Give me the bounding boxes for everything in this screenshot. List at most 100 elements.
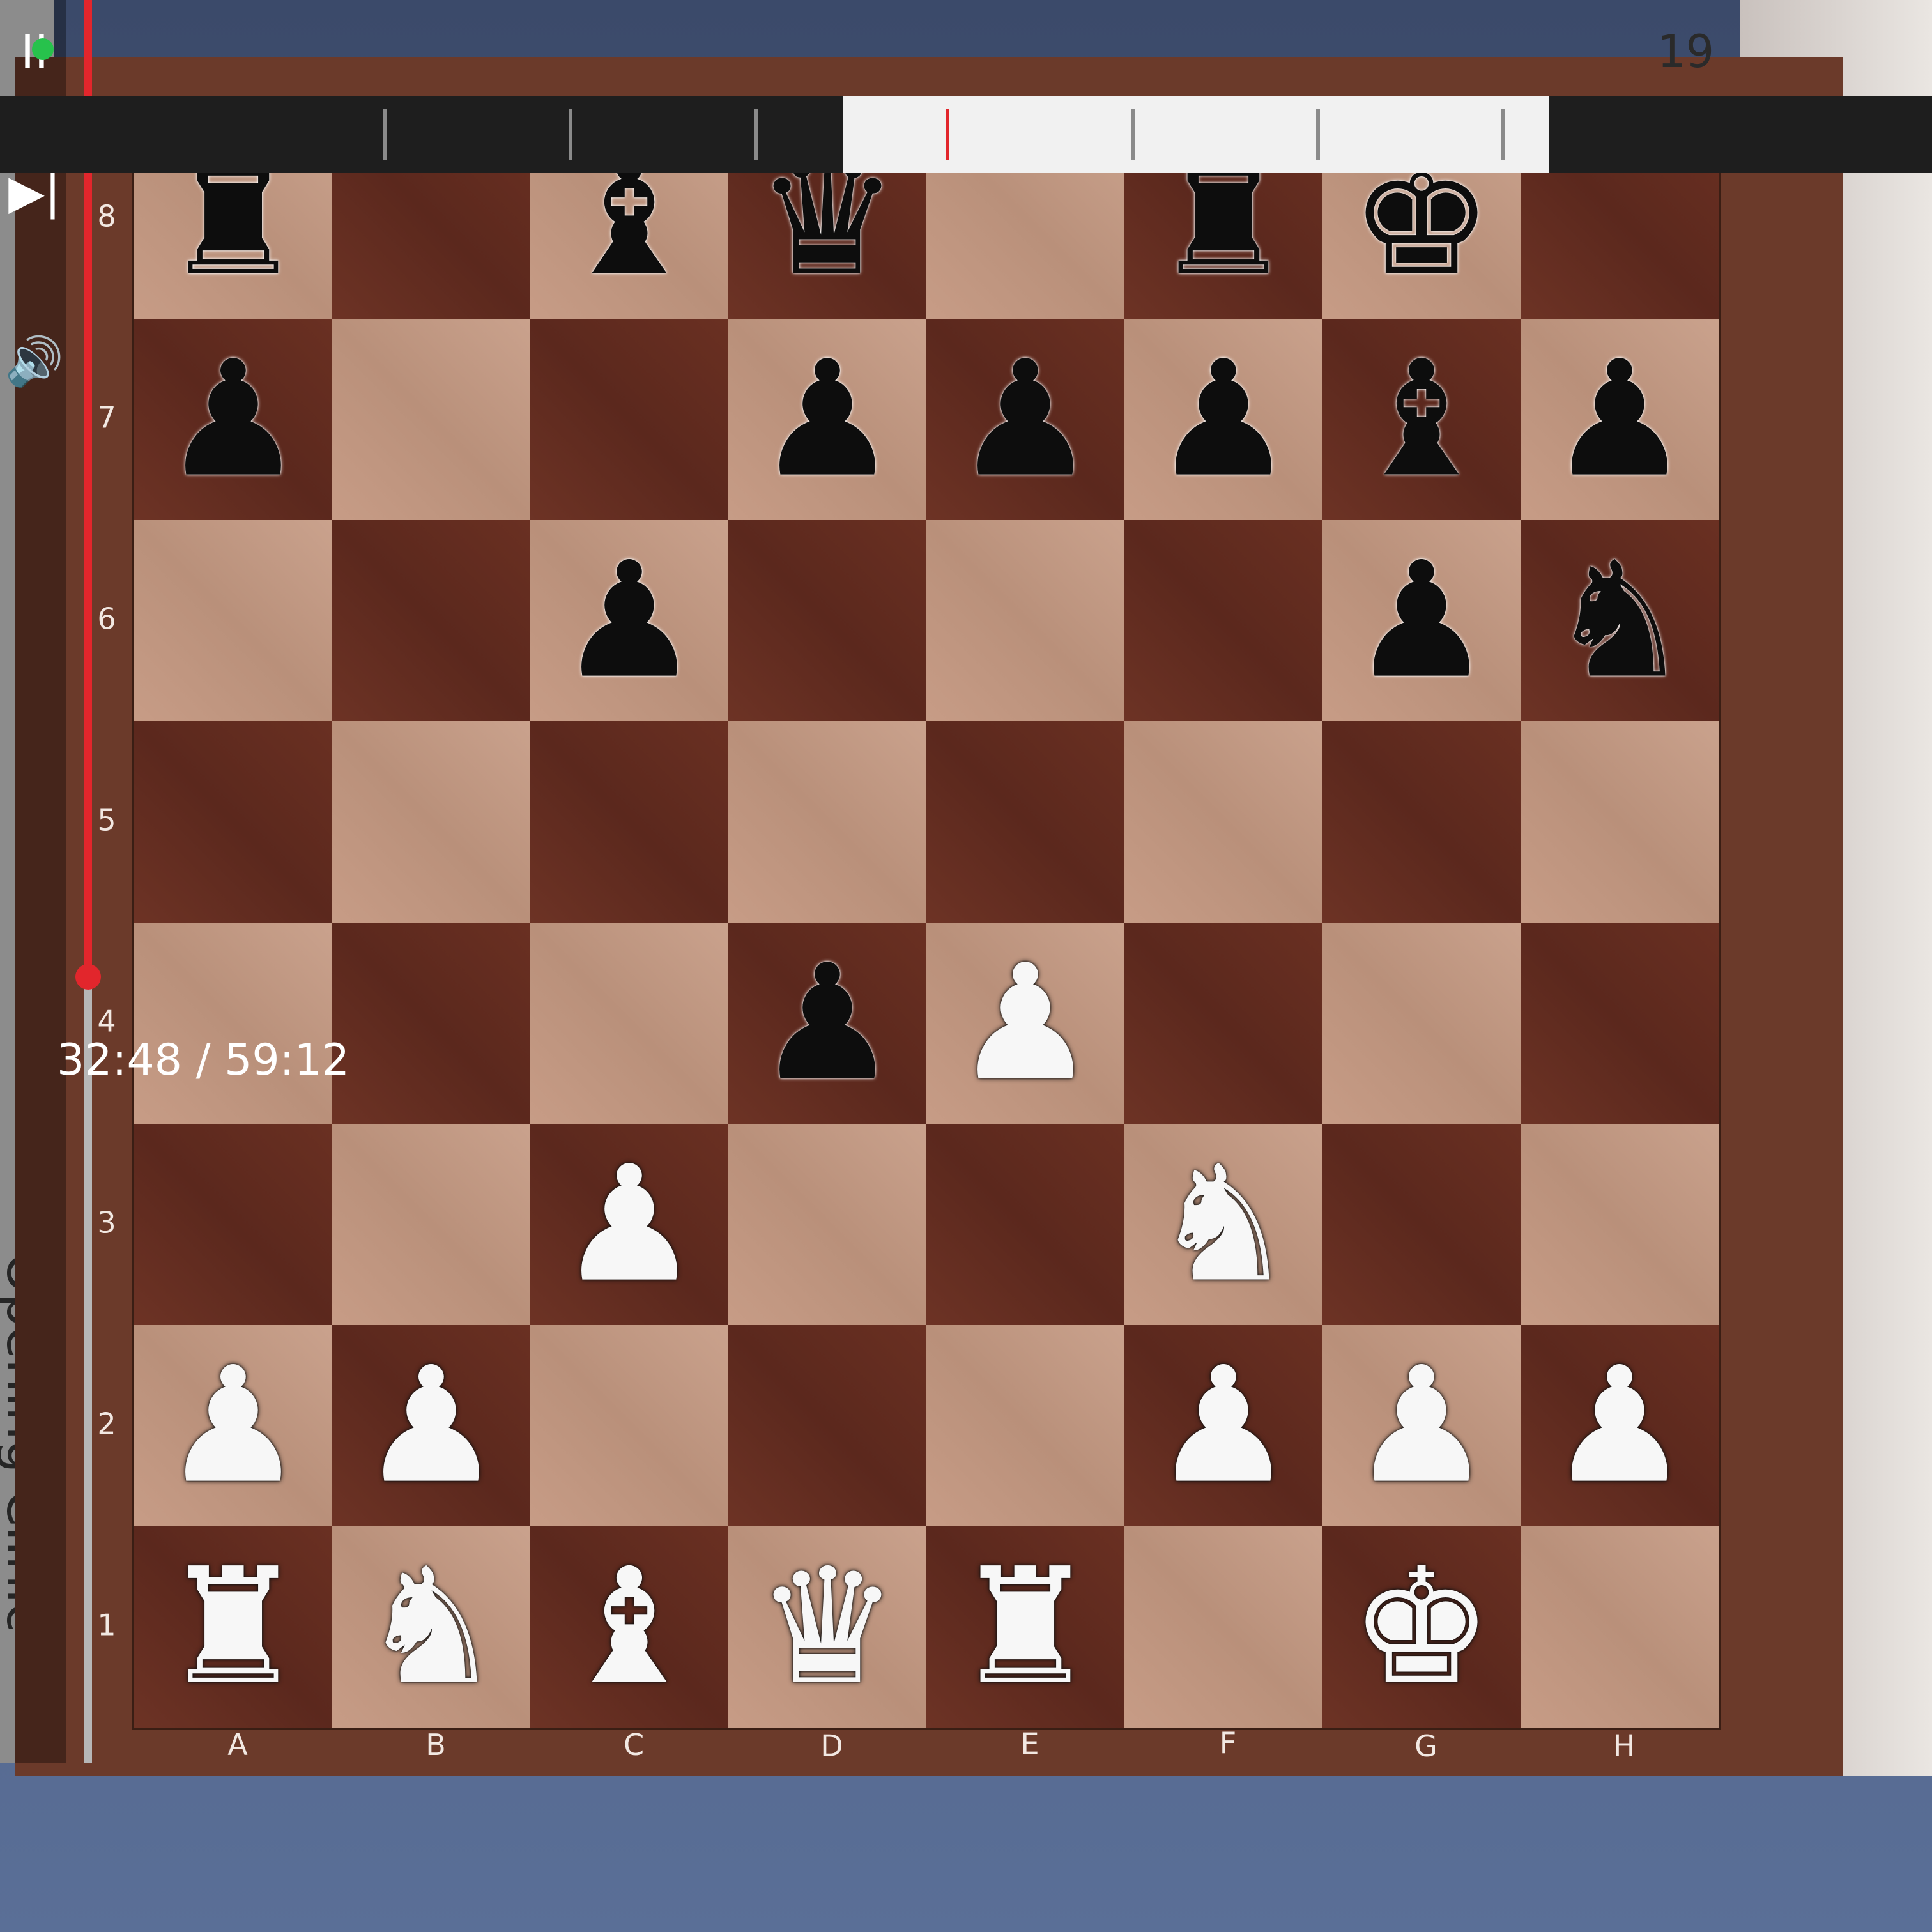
- move-counter: 19: [1657, 26, 1715, 78]
- square-a6[interactable]: [134, 520, 332, 721]
- square-h7[interactable]: ♟: [1521, 319, 1719, 520]
- file-label: D: [820, 1728, 843, 1763]
- square-f4[interactable]: [1124, 923, 1322, 1124]
- white-pawn-icon[interactable]: ♟: [529, 1126, 730, 1324]
- square-c4[interactable]: [530, 923, 728, 1124]
- square-h1[interactable]: [1521, 1526, 1719, 1728]
- white-pawn-icon[interactable]: ♟: [133, 1327, 334, 1525]
- square-d1[interactable]: ♛: [728, 1526, 926, 1728]
- square-h2[interactable]: ♟: [1521, 1325, 1719, 1526]
- black-pawn-icon[interactable]: ♟: [727, 924, 928, 1123]
- rank-label: 2: [97, 1406, 116, 1441]
- rank-label: 5: [97, 802, 116, 838]
- square-a1[interactable]: ♜: [134, 1526, 332, 1728]
- square-g4[interactable]: [1322, 923, 1521, 1124]
- square-f3[interactable]: ♞: [1124, 1124, 1322, 1325]
- square-h6[interactable]: ♞: [1521, 520, 1719, 721]
- black-pawn-icon[interactable]: ♟: [727, 321, 928, 519]
- square-h3[interactable]: [1521, 1124, 1719, 1325]
- video-frame: Opening Clinic ♜♝♛♜♚♟♟♟♟♝♟♟♟♞♟♟♟♞♟♟♟♟♟♜♞…: [0, 0, 1932, 1932]
- square-e5[interactable]: [926, 721, 1124, 923]
- square-c7[interactable]: [530, 319, 728, 520]
- square-b6[interactable]: [332, 520, 530, 721]
- white-pawn-icon[interactable]: ♟: [1519, 1327, 1721, 1525]
- square-a7[interactable]: ♟: [134, 319, 332, 520]
- square-a3[interactable]: [134, 1124, 332, 1325]
- square-c5[interactable]: [530, 721, 728, 923]
- white-rook-icon[interactable]: ♜: [133, 1528, 334, 1726]
- white-pawn-icon[interactable]: ♟: [331, 1327, 532, 1525]
- square-e7[interactable]: ♟: [926, 319, 1124, 520]
- square-f5[interactable]: [1124, 721, 1322, 923]
- strip-tick: [754, 109, 758, 160]
- next-button[interactable]: ▶|: [8, 164, 61, 220]
- square-b7[interactable]: [332, 319, 530, 520]
- white-pawn-icon[interactable]: ♟: [1123, 1327, 1324, 1525]
- square-g6[interactable]: ♟: [1322, 520, 1521, 721]
- white-knight-icon[interactable]: ♞: [1123, 1126, 1324, 1324]
- black-pawn-icon[interactable]: ♟: [1519, 321, 1721, 519]
- square-g7[interactable]: ♝: [1322, 319, 1521, 520]
- black-pawn-icon[interactable]: ♟: [529, 522, 730, 720]
- progress-handle[interactable]: [75, 964, 101, 990]
- rank-label: 4: [97, 1004, 116, 1039]
- square-d4[interactable]: ♟: [728, 923, 926, 1124]
- rank-label: 1: [97, 1607, 116, 1643]
- white-pawn-icon[interactable]: ♟: [925, 924, 1126, 1123]
- white-king-icon[interactable]: ♚: [1321, 1528, 1522, 1726]
- black-bishop-icon[interactable]: ♝: [1321, 321, 1522, 519]
- square-f1[interactable]: [1124, 1526, 1322, 1728]
- square-f2[interactable]: ♟: [1124, 1325, 1322, 1526]
- square-g2[interactable]: ♟: [1322, 1325, 1521, 1526]
- square-g5[interactable]: [1322, 721, 1521, 923]
- square-d2[interactable]: [728, 1325, 926, 1526]
- square-d5[interactable]: [728, 721, 926, 923]
- square-c1[interactable]: ♝: [530, 1526, 728, 1728]
- square-b5[interactable]: [332, 721, 530, 923]
- timecode: 32:48 / 59:12: [57, 1035, 350, 1085]
- square-e2[interactable]: [926, 1325, 1124, 1526]
- square-d6[interactable]: [728, 520, 926, 721]
- strip-tick: [1501, 109, 1505, 160]
- file-label: E: [1020, 1726, 1039, 1761]
- square-a4[interactable]: [134, 923, 332, 1124]
- square-c6[interactable]: ♟: [530, 520, 728, 721]
- square-d7[interactable]: ♟: [728, 319, 926, 520]
- status-dot: [32, 38, 54, 60]
- square-g3[interactable]: [1322, 1124, 1521, 1325]
- square-e1[interactable]: ♜: [926, 1526, 1124, 1728]
- file-label: B: [425, 1727, 446, 1762]
- square-h5[interactable]: [1521, 721, 1719, 923]
- strip-tick: [1316, 109, 1320, 160]
- chessboard[interactable]: ♜ ♝ ♛ ♜ ♚ ♟ ♟ ♟ ♟ ♝ ♟ ♟ ♟ ♞ ♟ ♟ ♟ ♞ ♟ ♟ ♟ ♟ ♟ ♜ ♞ ♝ ♛ ♜ ♚: [132, 115, 1721, 1730]
- square-b4[interactable]: [332, 923, 530, 1124]
- square-b3[interactable]: [332, 1124, 530, 1325]
- square-d3[interactable]: [728, 1124, 926, 1325]
- square-e3[interactable]: [926, 1124, 1124, 1325]
- square-b2[interactable]: ♟: [332, 1325, 530, 1526]
- file-label: G: [1414, 1728, 1438, 1763]
- square-a2[interactable]: ♟: [134, 1325, 332, 1526]
- black-pawn-icon[interactable]: ♟: [1123, 321, 1324, 519]
- white-knight-icon[interactable]: ♞: [331, 1528, 532, 1726]
- square-f7[interactable]: ♟: [1124, 319, 1322, 520]
- square-h4[interactable]: [1521, 923, 1719, 1124]
- square-e6[interactable]: [926, 520, 1124, 721]
- black-knight-icon[interactable]: ♞: [1519, 522, 1721, 720]
- square-g1[interactable]: ♚: [1322, 1526, 1521, 1728]
- black-pawn-icon[interactable]: ♟: [1321, 522, 1522, 720]
- square-e4[interactable]: ♟: [926, 923, 1124, 1124]
- white-rook-icon[interactable]: ♜: [925, 1528, 1126, 1726]
- square-c2[interactable]: [530, 1325, 728, 1526]
- volume-button[interactable]: 🔊: [5, 334, 64, 389]
- square-b1[interactable]: ♞: [332, 1526, 530, 1728]
- square-f6[interactable]: [1124, 520, 1322, 721]
- white-bishop-icon[interactable]: ♝: [529, 1528, 730, 1726]
- square-a5[interactable]: [134, 721, 332, 923]
- white-queen-icon[interactable]: ♛: [727, 1528, 928, 1726]
- square-c3[interactable]: ♟: [530, 1124, 728, 1325]
- next-icon: ▶|: [8, 164, 61, 220]
- white-pawn-icon[interactable]: ♟: [1321, 1327, 1522, 1525]
- black-pawn-icon[interactable]: ♟: [925, 321, 1126, 519]
- black-pawn-icon[interactable]: ♟: [133, 321, 334, 519]
